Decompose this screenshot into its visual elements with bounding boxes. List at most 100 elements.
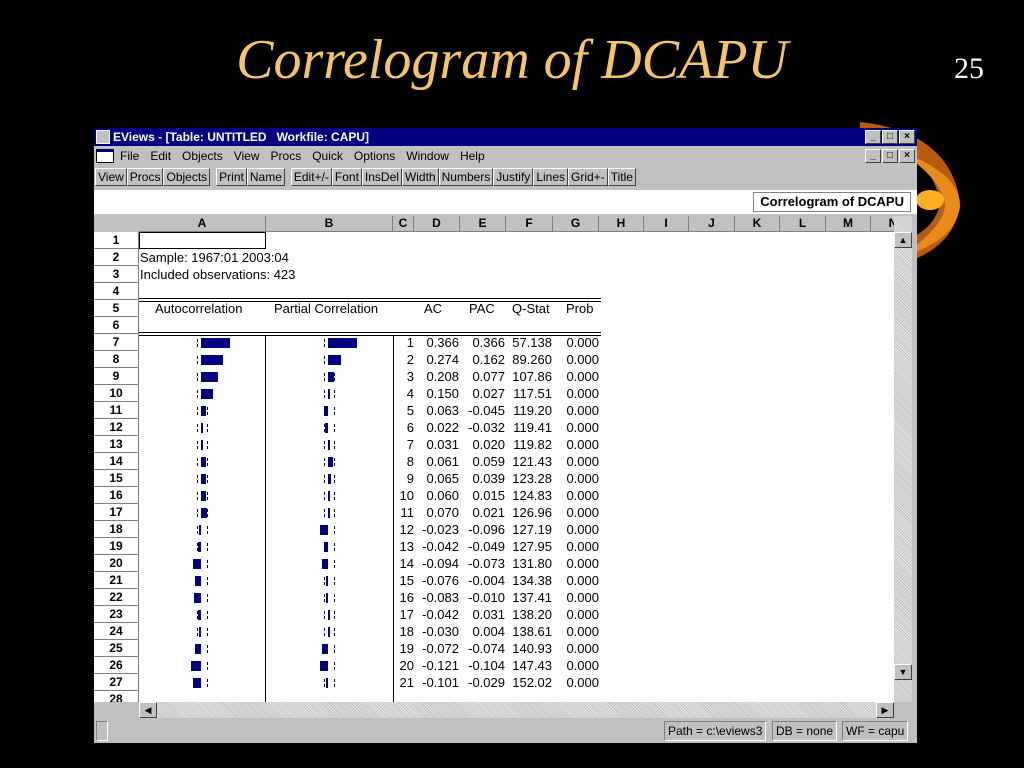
row-header[interactable]: 3 bbox=[94, 266, 139, 283]
column-header[interactable]: D bbox=[414, 216, 460, 232]
column-header[interactable]: K bbox=[735, 216, 780, 232]
column-header[interactable]: J bbox=[689, 216, 735, 232]
pac-bar bbox=[328, 508, 330, 518]
tb-width-button[interactable]: Width bbox=[401, 168, 439, 186]
row-header[interactable]: 5 bbox=[94, 300, 139, 317]
tb-insdel-button[interactable]: InsDel bbox=[361, 168, 402, 186]
qstat-value: 152.02 bbox=[512, 675, 552, 690]
row-header[interactable]: 15 bbox=[94, 470, 139, 487]
column-header[interactable]: E bbox=[460, 216, 506, 232]
close-button[interactable]: × bbox=[899, 130, 915, 144]
ac-bar bbox=[191, 661, 201, 671]
column-header[interactable]: N bbox=[871, 216, 894, 232]
scroll-down-icon[interactable]: ▼ bbox=[894, 664, 912, 680]
menu-window[interactable]: Window bbox=[406, 149, 449, 163]
menu-file[interactable]: File bbox=[120, 149, 139, 163]
row-header[interactable]: 9 bbox=[94, 368, 139, 385]
menu-quick[interactable]: Quick bbox=[312, 149, 343, 163]
qstat-value: 126.96 bbox=[512, 505, 552, 520]
row-header[interactable]: 19 bbox=[94, 538, 139, 555]
pac-confidence-tick bbox=[334, 475, 335, 483]
row-header[interactable]: 6 bbox=[94, 317, 139, 334]
row-header[interactable]: 21 bbox=[94, 572, 139, 589]
row-header[interactable]: 7 bbox=[94, 334, 139, 351]
spreadsheet[interactable]: ABCDEFGHIJKLMN 1 2 3 4 5 6 7 8 9 10 11 12 13 14 15 16 17… bbox=[94, 216, 894, 702]
tb-numbers-button[interactable]: Numbers bbox=[438, 168, 494, 186]
scroll-left-icon[interactable]: ◀ bbox=[139, 702, 157, 718]
row-header[interactable]: 11 bbox=[94, 402, 139, 419]
row-header[interactable]: 26 bbox=[94, 657, 139, 674]
tb-font-button[interactable]: Font bbox=[331, 168, 362, 186]
row-header[interactable]: 14 bbox=[94, 453, 139, 470]
column-header[interactable]: G bbox=[553, 216, 599, 232]
qstat-header: Q-Stat bbox=[512, 301, 550, 316]
row-header[interactable]: 18 bbox=[94, 521, 139, 538]
ac-confidence-tick bbox=[197, 475, 198, 483]
tb-edit-button[interactable]: Edit+/- bbox=[290, 168, 332, 186]
column-header[interactable]: B bbox=[266, 216, 393, 232]
restore-button[interactable]: □ bbox=[882, 130, 898, 144]
row-header[interactable]: 13 bbox=[94, 436, 139, 453]
column-header[interactable]: H bbox=[599, 216, 644, 232]
row-header[interactable]: 25 bbox=[94, 640, 139, 657]
minimize-button[interactable]: _ bbox=[865, 130, 881, 144]
scroll-up-icon[interactable]: ▲ bbox=[894, 232, 912, 248]
row-header[interactable]: 23 bbox=[94, 606, 139, 623]
tb-print-button[interactable]: Print bbox=[216, 168, 247, 186]
row-header[interactable]: 17 bbox=[94, 504, 139, 521]
tb-justify-button[interactable]: Justify bbox=[493, 168, 534, 186]
horizontal-scrollbar[interactable]: ◀ ▶ bbox=[139, 702, 894, 718]
doc-close-button[interactable]: × bbox=[899, 149, 915, 163]
tb-grid-button[interactable]: Grid+- bbox=[568, 168, 608, 186]
menu-procs[interactable]: Procs bbox=[271, 149, 302, 163]
tb-procs-button[interactable]: Procs bbox=[126, 168, 164, 186]
ac-confidence-tick bbox=[197, 390, 198, 398]
document-icon[interactable] bbox=[96, 149, 114, 163]
column-header[interactable]: F bbox=[506, 216, 553, 232]
pac-bar bbox=[325, 678, 328, 688]
column-header[interactable]: I bbox=[644, 216, 689, 232]
row-header[interactable]: 4 bbox=[94, 283, 139, 300]
row-header[interactable]: 22 bbox=[94, 589, 139, 606]
selected-cell[interactable] bbox=[139, 232, 266, 249]
row-header[interactable]: 16 bbox=[94, 487, 139, 504]
pac-confidence-tick bbox=[334, 441, 335, 449]
doc-minimize-button[interactable]: _ bbox=[865, 149, 881, 163]
tb-view-button[interactable]: View bbox=[95, 168, 127, 186]
row-header[interactable]: 8 bbox=[94, 351, 139, 368]
tb-title-button[interactable]: Title bbox=[607, 168, 636, 186]
menu-view[interactable]: View bbox=[234, 149, 260, 163]
scroll-right-icon[interactable]: ▶ bbox=[876, 702, 894, 718]
ac-confidence-tick bbox=[207, 526, 208, 534]
column-header[interactable]: M bbox=[826, 216, 871, 232]
pac-value: -0.049 bbox=[468, 539, 505, 554]
doc-restore-button[interactable]: □ bbox=[882, 149, 898, 163]
row-header[interactable]: 1 bbox=[94, 232, 139, 249]
ac-bar bbox=[197, 610, 201, 620]
menu-options[interactable]: Options bbox=[354, 149, 395, 163]
row-header[interactable]: 28 bbox=[94, 691, 139, 702]
row-header[interactable]: 12 bbox=[94, 419, 139, 436]
tb-objects-button[interactable]: Objects bbox=[163, 168, 211, 186]
column-header[interactable]: L bbox=[780, 216, 826, 232]
tb-name-button[interactable]: Name bbox=[246, 168, 285, 186]
menu-objects[interactable]: Objects bbox=[182, 149, 223, 163]
menu-edit[interactable]: Edit bbox=[150, 149, 171, 163]
pac-value: -0.045 bbox=[468, 403, 505, 418]
row-header[interactable]: 2 bbox=[94, 249, 139, 266]
row-header[interactable]: 20 bbox=[94, 555, 139, 572]
vertical-scrollbar[interactable]: ▲ ▼ bbox=[894, 216, 912, 702]
column-header[interactable]: C bbox=[393, 216, 414, 232]
row-header[interactable]: 24 bbox=[94, 623, 139, 640]
row-header[interactable]: 27 bbox=[94, 674, 139, 691]
column-header[interactable]: A bbox=[139, 216, 266, 232]
menu-help[interactable]: Help bbox=[460, 149, 485, 163]
ac-bar bbox=[198, 627, 201, 637]
row-header[interactable]: 10 bbox=[94, 385, 139, 402]
status-path: Path = c:\eviews3 bbox=[664, 721, 767, 741]
pac-confidence-tick bbox=[324, 373, 325, 381]
pac-bar bbox=[328, 389, 331, 399]
tb-lines-button[interactable]: Lines bbox=[533, 168, 568, 186]
table-name-bar: Correlogram of DCAPU bbox=[94, 190, 917, 214]
prob-value: 0.000 bbox=[566, 624, 599, 639]
